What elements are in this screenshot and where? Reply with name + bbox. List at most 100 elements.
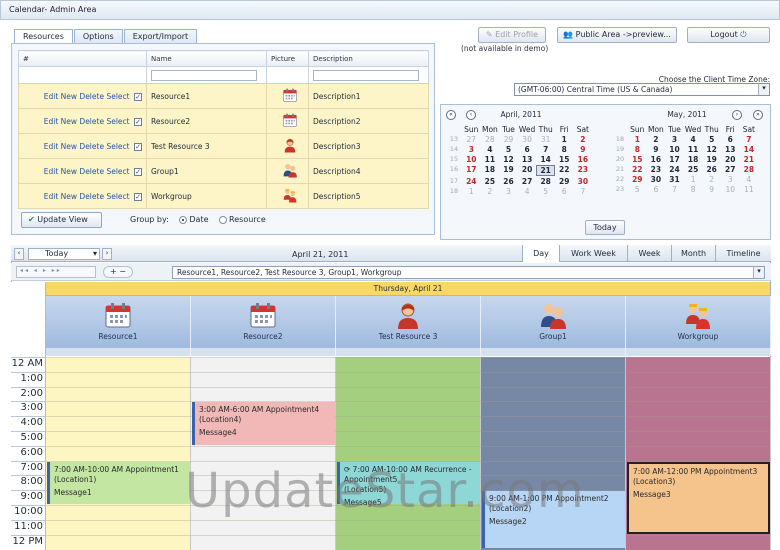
row-checkbox[interactable]: ✓ bbox=[134, 167, 142, 176]
calendar-day[interactable]: 10 bbox=[721, 185, 740, 194]
view-tab-week[interactable]: Week bbox=[627, 245, 671, 262]
select-link[interactable]: Select bbox=[106, 167, 129, 176]
fast-next-icon[interactable]: » bbox=[753, 110, 763, 120]
calendar-day[interactable]: 16 bbox=[647, 155, 666, 164]
select-link[interactable]: Select bbox=[106, 142, 129, 151]
all-day-row[interactable] bbox=[626, 348, 771, 356]
calendar-day[interactable]: 21 bbox=[740, 155, 759, 164]
calendar-day[interactable]: 2 bbox=[481, 187, 500, 196]
calendar-day[interactable]: 24 bbox=[462, 177, 481, 186]
calendar-day[interactable]: 11 bbox=[740, 185, 759, 194]
calendar-day[interactable]: 12 bbox=[499, 155, 518, 164]
view-tab-work-week[interactable]: Work Week bbox=[559, 245, 627, 262]
calendar-day[interactable]: 8 bbox=[628, 145, 647, 154]
calendar-day[interactable]: 3 bbox=[462, 145, 481, 154]
table-row[interactable]: Edit New Delete Select ✓ Group1 Descript… bbox=[18, 158, 429, 184]
calendar-day[interactable]: 7 bbox=[665, 185, 684, 194]
calendar-day[interactable]: 8 bbox=[684, 185, 703, 194]
view-tab-timeline[interactable]: Timeline bbox=[715, 245, 771, 262]
calendar-day[interactable]: 9 bbox=[702, 185, 721, 194]
select-link[interactable]: Select bbox=[106, 117, 129, 126]
calendar-day[interactable]: 10 bbox=[462, 155, 481, 164]
calendar-day[interactable]: 30 bbox=[647, 175, 666, 184]
calendar-day[interactable]: 19 bbox=[499, 165, 518, 176]
calendar-day[interactable]: 1 bbox=[628, 135, 647, 144]
calendar-day[interactable]: 2 bbox=[574, 135, 593, 144]
calendar-day[interactable]: 7 bbox=[574, 187, 593, 196]
calendar-day[interactable]: 4 bbox=[740, 175, 759, 184]
calendar-day[interactable]: 27 bbox=[518, 177, 537, 186]
calendar-day[interactable]: 13 bbox=[518, 155, 537, 164]
calendar-day[interactable]: 2 bbox=[647, 135, 666, 144]
calendar-day[interactable]: 1 bbox=[462, 187, 481, 196]
chevron-down-icon[interactable]: ▾ bbox=[753, 267, 764, 278]
update-view-button[interactable]: ✔ Update View bbox=[21, 212, 102, 228]
edit-link[interactable]: Edit bbox=[44, 117, 59, 126]
tab-resources[interactable]: Resources bbox=[14, 29, 73, 43]
prev-month-icon[interactable]: ‹ bbox=[466, 110, 476, 120]
calendar-day[interactable]: 17 bbox=[665, 155, 684, 164]
public-area-button[interactable]: 👥 Public Area ->preview... bbox=[557, 27, 677, 43]
calendar-day[interactable]: 28 bbox=[481, 135, 500, 144]
edit-link[interactable]: Edit bbox=[44, 92, 59, 101]
delete-link[interactable]: Delete bbox=[79, 117, 104, 126]
calendar-day[interactable]: 18 bbox=[481, 165, 500, 176]
calendar-day[interactable]: 19 bbox=[702, 155, 721, 164]
all-day-row[interactable] bbox=[481, 348, 626, 356]
all-day-row[interactable] bbox=[46, 348, 191, 356]
calendar-day[interactable]: 9 bbox=[647, 145, 666, 154]
zoom-control[interactable]: + − bbox=[103, 266, 133, 278]
calendar-day[interactable]: 30 bbox=[518, 135, 537, 144]
new-link[interactable]: New bbox=[61, 192, 77, 201]
calendar-day[interactable]: 31 bbox=[536, 135, 555, 144]
calendar-day[interactable]: 22 bbox=[628, 165, 647, 174]
timezone-select[interactable]: (GMT-06:00) Central Time (US & Canada) ▾ bbox=[514, 83, 770, 96]
calendar-day[interactable]: 14 bbox=[536, 155, 555, 164]
calendar-day[interactable]: 18 bbox=[684, 155, 703, 164]
calendar-day[interactable]: 27 bbox=[462, 135, 481, 144]
calendar-day[interactable]: 1 bbox=[555, 135, 574, 144]
calendar-day[interactable]: 16 bbox=[574, 155, 593, 164]
row-checkbox[interactable]: ✓ bbox=[134, 92, 142, 101]
calendar-day[interactable]: 3 bbox=[499, 187, 518, 196]
calendar-day[interactable]: 6 bbox=[555, 187, 574, 196]
calendar-day[interactable]: 5 bbox=[499, 145, 518, 154]
new-link[interactable]: New bbox=[61, 167, 77, 176]
table-row[interactable]: Edit New Delete Select ✓ Resource1 Descr… bbox=[18, 83, 429, 109]
calendar-day[interactable]: 8 bbox=[555, 145, 574, 154]
calendar-day[interactable]: 27 bbox=[721, 165, 740, 174]
all-day-row[interactable] bbox=[191, 348, 336, 356]
prev-day-icon[interactable]: ‹ bbox=[14, 248, 24, 260]
calendar-day[interactable]: 5 bbox=[702, 135, 721, 144]
calendar-day[interactable]: 26 bbox=[499, 177, 518, 186]
column-header-description[interactable]: Description bbox=[308, 50, 429, 67]
calendar-day[interactable]: 2 bbox=[702, 175, 721, 184]
new-link[interactable]: New bbox=[61, 92, 77, 101]
calendar-day[interactable]: 9 bbox=[574, 145, 593, 154]
new-link[interactable]: New bbox=[61, 117, 77, 126]
calendar-day[interactable]: 25 bbox=[684, 165, 703, 174]
edit-profile-button[interactable]: ✎ Edit Profile bbox=[478, 27, 546, 43]
calendar-day[interactable]: 6 bbox=[721, 135, 740, 144]
calendar-day[interactable]: 26 bbox=[702, 165, 721, 174]
view-tab-day[interactable]: Day bbox=[522, 245, 559, 262]
calendar-day[interactable]: 29 bbox=[555, 177, 574, 186]
calendar-day[interactable]: 4 bbox=[518, 187, 537, 196]
delete-link[interactable]: Delete bbox=[79, 142, 104, 151]
appointment[interactable]: 7:00 AM-10:00 AM Appointment1 (Location1… bbox=[47, 461, 190, 504]
calendar-day[interactable]: 5 bbox=[536, 187, 555, 196]
delete-link[interactable]: Delete bbox=[79, 167, 104, 176]
appointment[interactable]: 3:00 AM-6:00 AM Appointment4 (Location4)… bbox=[192, 402, 335, 445]
all-day-row[interactable] bbox=[336, 348, 481, 356]
calendar-day[interactable]: 20 bbox=[518, 165, 537, 176]
fast-prev-icon[interactable]: « bbox=[446, 110, 456, 120]
calendar-day[interactable]: 30 bbox=[574, 177, 593, 186]
calendar-day[interactable]: 6 bbox=[518, 145, 537, 154]
row-checkbox[interactable]: ✓ bbox=[134, 192, 142, 201]
calendar-day[interactable]: 22 bbox=[555, 165, 574, 176]
calendar-day[interactable]: 29 bbox=[499, 135, 518, 144]
resource-filter-select[interactable]: Resource1, Resource2, Test Resource 3, G… bbox=[172, 266, 765, 279]
mini-calendar-today-button[interactable]: Today bbox=[585, 220, 625, 235]
select-link[interactable]: Select bbox=[106, 92, 129, 101]
calendar-day[interactable]: 11 bbox=[684, 145, 703, 154]
